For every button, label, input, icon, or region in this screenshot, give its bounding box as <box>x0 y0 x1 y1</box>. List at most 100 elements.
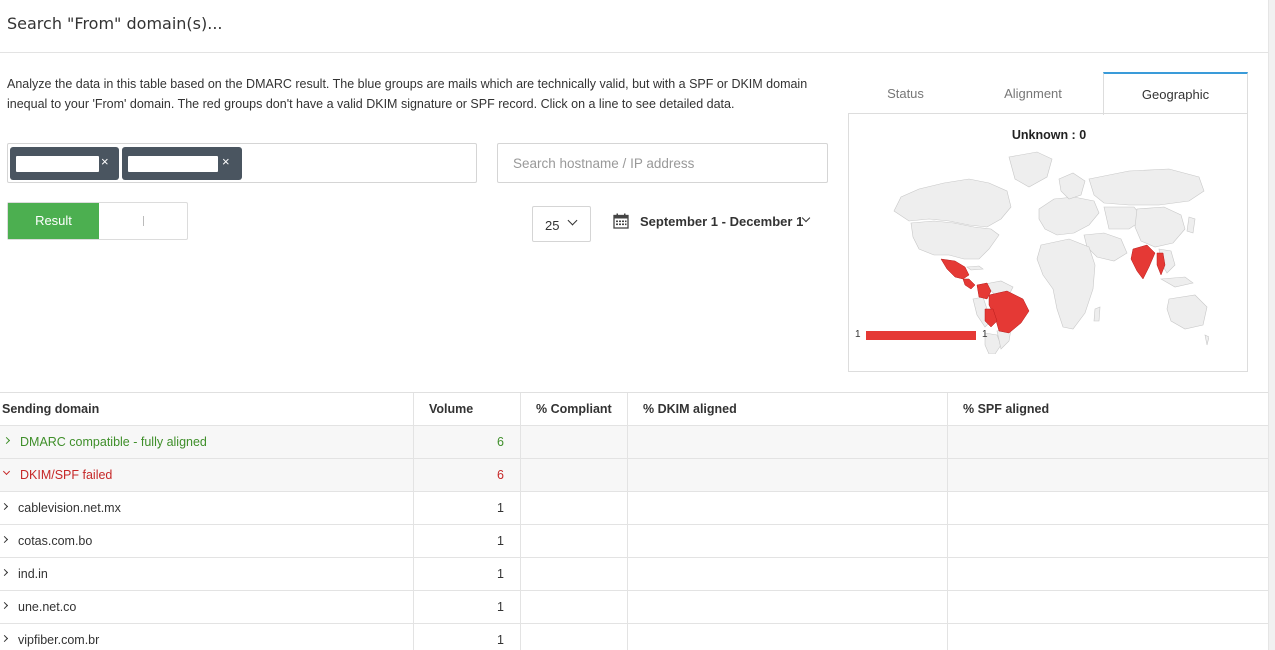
volume-cell: 1 <box>414 558 521 590</box>
dkim-cell <box>628 525 948 557</box>
chart-tabs: Status Alignment Geographic <box>848 72 1248 115</box>
top-search-bar[interactable]: Search "From" domain(s)... <box>0 0 1268 53</box>
map-country-russia <box>1088 168 1205 206</box>
domain-name: cablevision.net.mx <box>18 501 121 515</box>
legend-min: 1 <box>855 329 861 340</box>
calendar-icon <box>613 213 629 229</box>
page-scrollbar[interactable] <box>1268 0 1275 650</box>
map-country-europe <box>1038 196 1100 236</box>
map-legend: 1 1 <box>855 328 1005 344</box>
map-country-brazil <box>988 290 1030 334</box>
tab-status[interactable]: Status <box>848 72 963 114</box>
volume-cell: 1 <box>414 492 521 524</box>
group-dkim <box>628 459 948 491</box>
map-country-indonesia <box>1160 276 1194 288</box>
group-dkim <box>628 426 948 458</box>
result-toggle[interactable]: Result <box>7 202 188 240</box>
map-country-guatemala <box>962 278 976 290</box>
spf-cell <box>948 624 1268 650</box>
map-country-mexico <box>940 258 970 280</box>
world-map[interactable] <box>889 149 1209 354</box>
remove-tag-icon[interactable]: × <box>222 154 230 169</box>
group-label: DKIM/SPF failed <box>20 468 113 482</box>
map-country-australia <box>1166 294 1208 330</box>
domain-cell: ind.in <box>0 558 414 590</box>
col-spf-aligned[interactable]: % SPF aligned <box>948 393 1268 425</box>
compliant-cell <box>521 492 628 524</box>
chevron-down-icon <box>567 215 578 226</box>
domain-tag[interactable]: × <box>122 147 242 180</box>
unknown-count: Unknown : 0 <box>1011 128 1087 142</box>
group-row-failed[interactable]: DKIM/SPF failed 6 <box>0 459 1268 492</box>
group-volume: 6 <box>414 459 521 491</box>
map-country-china <box>1134 206 1186 248</box>
results-table: Sending domain Volume % Compliant % DKIM… <box>0 392 1268 650</box>
domain-tag-input[interactable]: × × <box>7 143 477 183</box>
domain-name: cotas.com.bo <box>18 534 93 548</box>
spf-cell <box>948 591 1268 623</box>
tab-alignment[interactable]: Alignment <box>963 72 1103 114</box>
from-domain-search[interactable]: Search "From" domain(s)... <box>7 14 223 33</box>
group-compliant <box>521 459 628 491</box>
compliant-cell <box>521 558 628 590</box>
dmarc-report-page: Search "From" domain(s)... Analyze the d… <box>0 0 1275 650</box>
domain-cell: cotas.com.bo <box>0 525 414 557</box>
spf-cell <box>948 558 1268 590</box>
table-row[interactable]: vipfiber.com.br 1 <box>0 624 1268 650</box>
volume-cell: 1 <box>414 525 521 557</box>
group-volume: 6 <box>414 426 521 458</box>
tab-geographic[interactable]: Geographic <box>1103 72 1248 115</box>
group-compliant <box>521 426 628 458</box>
table-header: Sending domain Volume % Compliant % DKIM… <box>0 392 1268 426</box>
map-country-scandinavia <box>1058 172 1086 200</box>
spf-cell <box>948 525 1268 557</box>
map-country-cuba <box>966 265 984 271</box>
group-label-cell: DKIM/SPF failed <box>0 459 414 491</box>
remove-tag-icon[interactable]: × <box>101 154 109 169</box>
domain-name: une.net.co <box>18 600 77 614</box>
compliant-cell <box>521 591 628 623</box>
col-sending-domain[interactable]: Sending domain <box>0 393 414 425</box>
map-country-greenland <box>1008 151 1053 188</box>
toggle-handle <box>143 216 144 226</box>
map-country-africa <box>1036 238 1096 330</box>
volume-cell: 1 <box>414 624 521 650</box>
result-toggle-off[interactable] <box>99 203 187 239</box>
domain-cell: une.net.co <box>0 591 414 623</box>
dkim-cell <box>628 591 948 623</box>
map-country-madagascar <box>1093 306 1101 322</box>
domain-name: vipfiber.com.br <box>18 633 100 647</box>
map-country-india <box>1130 244 1156 280</box>
hostname-search-input[interactable] <box>497 143 828 183</box>
col-dkim-aligned[interactable]: % DKIM aligned <box>628 393 948 425</box>
analysis-description: Analyze the data in this table based on … <box>7 77 808 111</box>
dkim-cell <box>628 624 948 650</box>
domain-cell: cablevision.net.mx <box>0 492 414 524</box>
dkim-cell <box>628 558 948 590</box>
domain-name: ind.in <box>18 567 48 581</box>
domain-tag[interactable]: × <box>10 147 119 180</box>
compliant-cell <box>521 624 628 650</box>
page-size-value: 25 <box>545 218 560 233</box>
table-row[interactable]: cablevision.net.mx 1 <box>0 492 1268 525</box>
col-volume[interactable]: Volume <box>414 393 521 425</box>
group-label-cell: DMARC compatible - fully aligned <box>0 426 414 458</box>
legend-color-bar <box>866 331 976 340</box>
domain-cell: vipfiber.com.br <box>0 624 414 650</box>
map-country-myanmar <box>1156 252 1166 276</box>
result-toggle-on[interactable]: Result <box>8 203 99 239</box>
group-spf <box>948 459 1268 491</box>
map-country-japan <box>1186 216 1196 234</box>
legend-max: 1 <box>982 329 988 340</box>
tag-value-redacted <box>16 156 99 172</box>
page-size-select[interactable]: 25 <box>532 206 591 242</box>
dkim-cell <box>628 492 948 524</box>
group-label: DMARC compatible - fully aligned <box>20 435 207 449</box>
group-row-aligned[interactable]: DMARC compatible - fully aligned 6 <box>0 426 1268 459</box>
col-compliant[interactable]: % Compliant <box>521 393 628 425</box>
table-row[interactable]: une.net.co 1 <box>0 591 1268 624</box>
spf-cell <box>948 492 1268 524</box>
table-row[interactable]: ind.in 1 <box>0 558 1268 591</box>
compliant-cell <box>521 525 628 557</box>
table-row[interactable]: cotas.com.bo 1 <box>0 525 1268 558</box>
